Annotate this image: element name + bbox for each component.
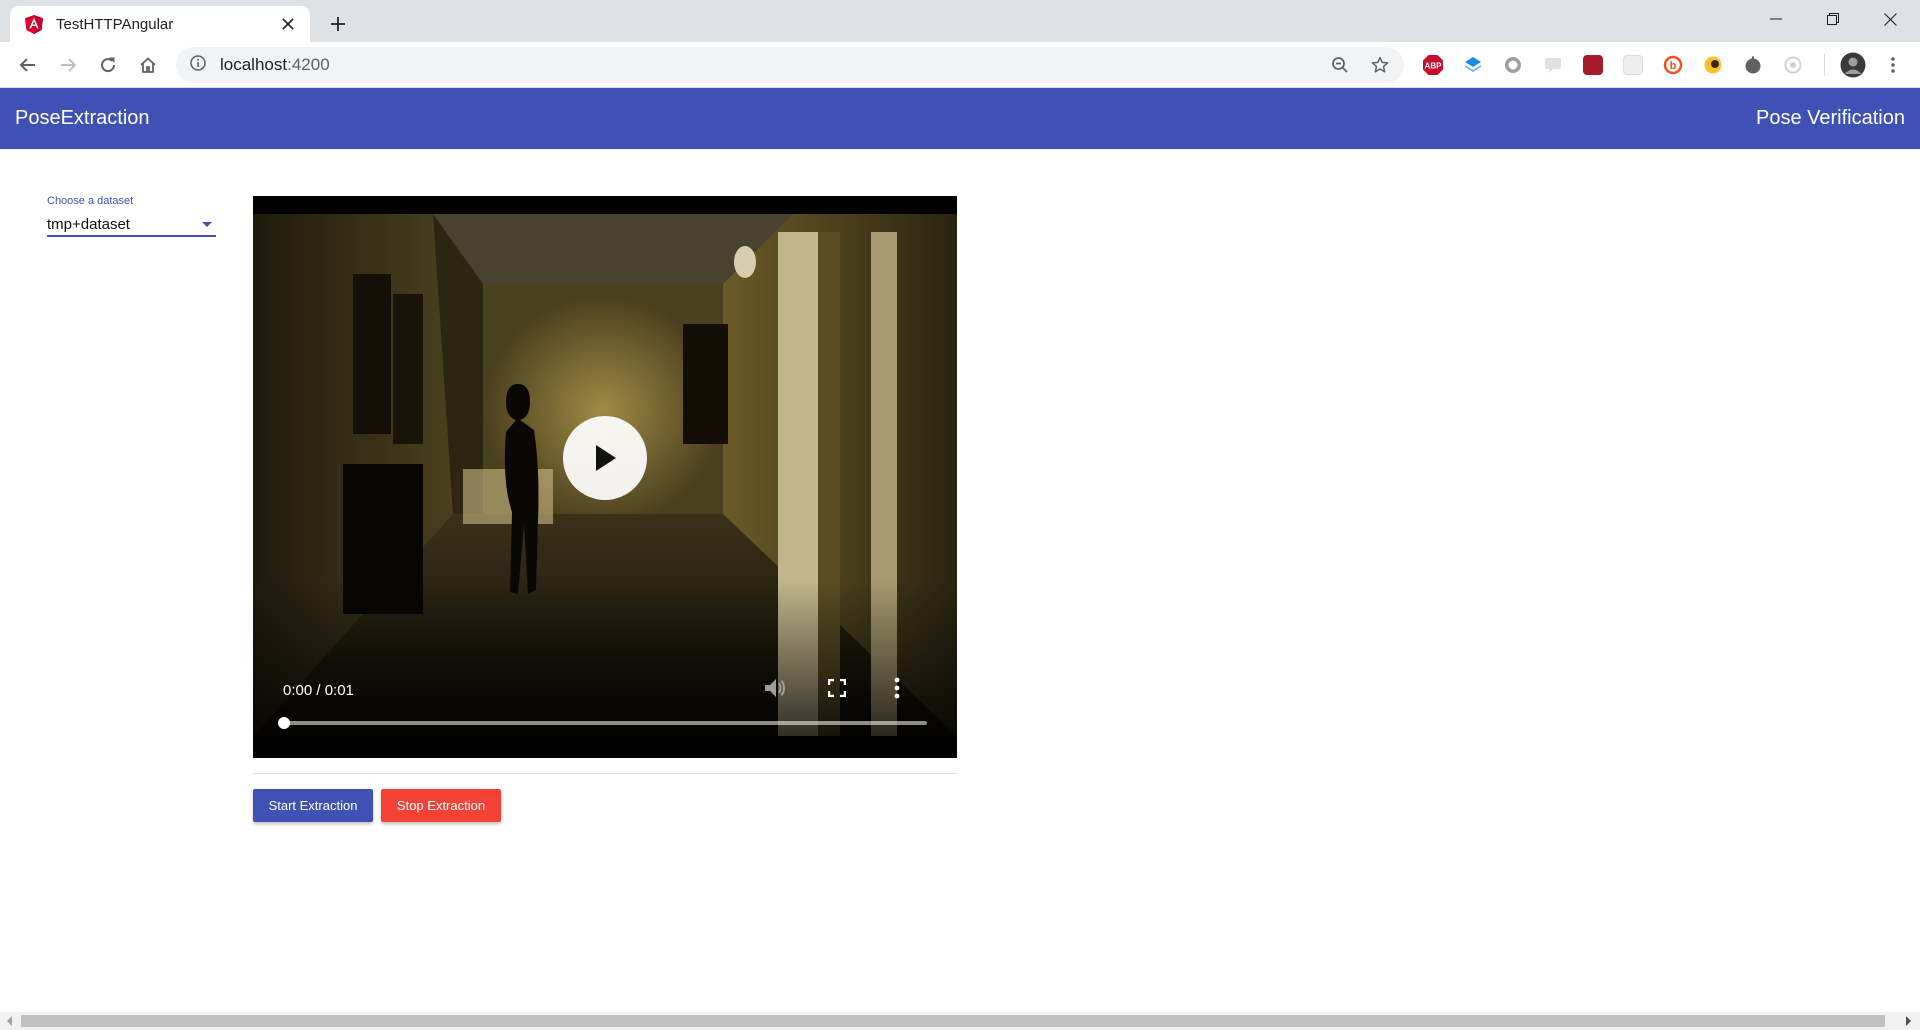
forward-button[interactable]: [52, 49, 84, 81]
extension-red-icon[interactable]: [1580, 52, 1606, 78]
back-button[interactable]: [12, 49, 44, 81]
info-icon[interactable]: [190, 54, 206, 76]
close-tab-icon[interactable]: [276, 12, 300, 36]
video-seek-bar[interactable]: [278, 717, 927, 729]
adblock-plus-icon[interactable]: ABP: [1420, 52, 1446, 78]
video-time: 0:00 / 0:01: [283, 682, 354, 699]
more-options-icon[interactable]: [879, 670, 915, 706]
browser-tabstrip: TestHTTPAngular: [0, 0, 1920, 42]
brand-title[interactable]: PoseExtraction: [15, 107, 150, 130]
home-button[interactable]: [132, 49, 164, 81]
toolbar-separator: [1824, 54, 1825, 76]
svg-text:b: b: [1670, 60, 1677, 72]
close-window-button[interactable]: [1862, 0, 1918, 38]
extension-grey-icon[interactable]: [1780, 52, 1806, 78]
browser-toolbar: localhost:4200 ABP b: [0, 42, 1920, 88]
stop-extraction-button[interactable]: Stop Extraction: [381, 789, 501, 822]
dataset-select-value: tmp+dataset: [47, 215, 130, 233]
divider: [253, 773, 957, 774]
extension-chat-icon[interactable]: [1540, 52, 1566, 78]
video-seek-thumb[interactable]: [278, 717, 290, 729]
zoom-icon[interactable]: [1324, 49, 1356, 81]
scrollbar-thumb[interactable]: [21, 1015, 1885, 1027]
minimize-button[interactable]: [1748, 0, 1804, 38]
dataset-select-label: Choose a dataset: [47, 195, 134, 207]
dataset-select-field[interactable]: tmp+dataset: [47, 213, 216, 237]
start-extraction-button[interactable]: Start Extraction: [253, 789, 373, 822]
extension-yellow-icon[interactable]: [1700, 52, 1726, 78]
extension-circle-icon[interactable]: [1500, 52, 1526, 78]
nav-pose-verification[interactable]: Pose Verification: [1756, 107, 1905, 130]
video-player[interactable]: 0:00 / 0:01: [253, 196, 957, 758]
horizontal-scrollbar[interactable]: [0, 1012, 1920, 1030]
scroll-left-arrow-icon[interactable]: [7, 1016, 12, 1026]
extension-white-icon[interactable]: [1620, 52, 1646, 78]
address-bar[interactable]: localhost:4200: [176, 47, 1404, 83]
angular-icon: [24, 14, 44, 34]
url-text: localhost:4200: [220, 55, 330, 74]
extension-dark-icon[interactable]: [1740, 52, 1766, 78]
svg-text:ABP: ABP: [1425, 62, 1443, 71]
browser-tab[interactable]: TestHTTPAngular: [10, 6, 310, 42]
menu-dots-icon[interactable]: [1880, 52, 1906, 78]
extension-blue-icon[interactable]: [1460, 52, 1486, 78]
app-header: PoseExtraction Pose Verification: [0, 88, 1920, 149]
mute-button[interactable]: [757, 670, 793, 706]
reload-button[interactable]: [92, 49, 124, 81]
tab-title: TestHTTPAngular: [56, 15, 174, 33]
avatar[interactable]: [1838, 50, 1868, 80]
restore-button[interactable]: [1805, 0, 1861, 38]
dropdown-arrow-icon[interactable]: [202, 221, 212, 227]
new-tab-button[interactable]: [322, 8, 354, 40]
fullscreen-button[interactable]: [819, 670, 855, 706]
play-button[interactable]: [563, 416, 647, 500]
dataset-select[interactable]: Choose a dataset tmp+dataset: [47, 195, 216, 237]
scroll-right-arrow-icon[interactable]: [1906, 1016, 1911, 1026]
extension-orange-icon[interactable]: b: [1660, 52, 1686, 78]
bookmark-star-icon[interactable]: [1364, 49, 1396, 81]
